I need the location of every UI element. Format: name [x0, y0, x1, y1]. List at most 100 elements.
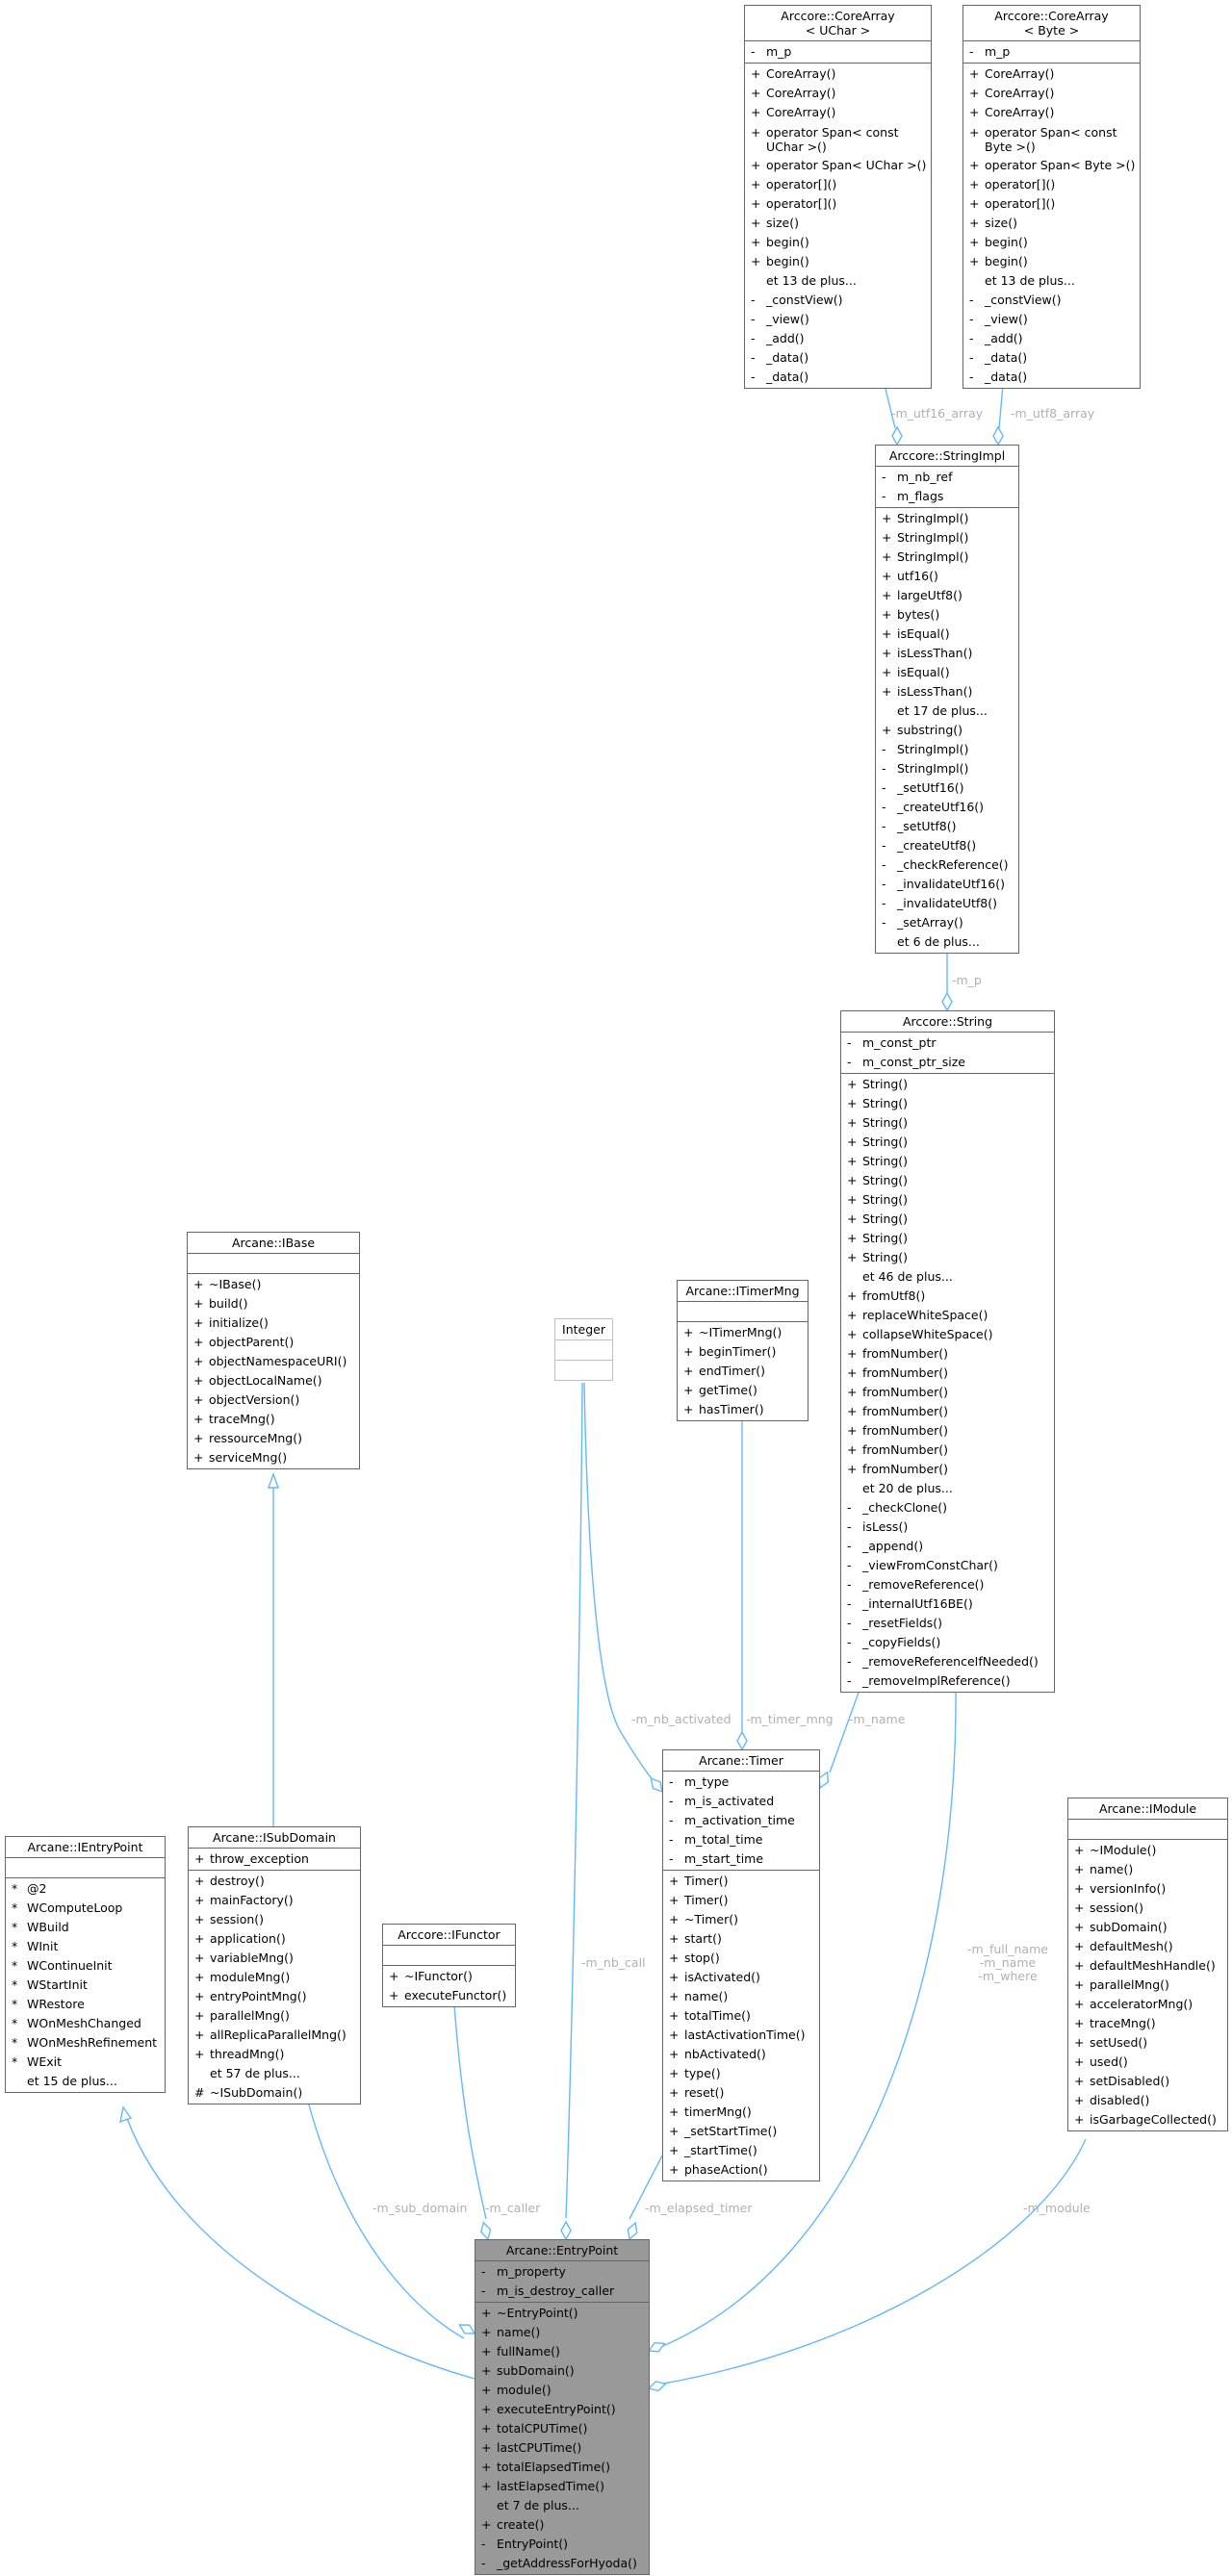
method-row[interactable]: + String(): [841, 1171, 1054, 1190]
class-title[interactable]: Arccore::CoreArray < UChar >: [745, 6, 931, 41]
method-row[interactable]: + create(): [475, 2515, 649, 2535]
method-row[interactable]: - EntryPoint(): [475, 2535, 649, 2554]
class-box-imodule[interactable]: Arcane::IModule + ~IModule() + name() + versio…: [1067, 1798, 1228, 2131]
method-row[interactable]: + String(): [841, 1248, 1054, 1267]
method-row[interactable]: - _add(): [963, 329, 1140, 348]
attribute-row[interactable]: - m_const_ptr_size: [841, 1053, 1054, 1072]
method-row[interactable]: - _internalUtf16BE(): [841, 1594, 1054, 1614]
method-row[interactable]: et 6 de plus...: [876, 932, 1018, 952]
class-title[interactable]: Arcane::IBase: [188, 1233, 359, 1254]
method-row[interactable]: + CoreArray(): [745, 64, 931, 84]
method-row[interactable]: - _removeImplReference(): [841, 1671, 1054, 1691]
method-row[interactable]: - _checkClone(): [841, 1498, 1054, 1518]
method-row[interactable]: + used(): [1068, 2053, 1227, 2072]
method-row[interactable]: + ~EntryPoint(): [475, 2304, 649, 2323]
method-row[interactable]: + lastElapsedTime(): [475, 2477, 649, 2496]
method-row[interactable]: + fromNumber(): [841, 1383, 1054, 1402]
class-title[interactable]: Arcane::IModule: [1068, 1798, 1227, 1820]
method-row[interactable]: + phaseAction(): [663, 2160, 819, 2180]
method-row[interactable]: + ~Timer(): [663, 1910, 819, 1929]
method-row[interactable]: + CoreArray(): [963, 64, 1140, 84]
method-row[interactable]: + threadMng(): [189, 2045, 360, 2064]
method-row[interactable]: et 57 de plus...: [189, 2064, 360, 2083]
method-row[interactable]: + executeFunctor(): [383, 1986, 515, 2005]
method-row[interactable]: - _view(): [963, 310, 1140, 329]
method-row[interactable]: + destroy(): [189, 1872, 360, 1891]
attribute-row[interactable]: - m_is_destroy_caller: [475, 2282, 649, 2301]
method-row[interactable]: + name(): [475, 2323, 649, 2342]
attribute-row[interactable]: - m_activation_time: [663, 1811, 819, 1830]
method-row[interactable]: + defaultMesh(): [1068, 1937, 1227, 1956]
method-row[interactable]: + begin(): [745, 233, 931, 252]
method-row[interactable]: et 13 de plus...: [745, 271, 931, 291]
method-row[interactable]: + utf16(): [876, 567, 1018, 586]
method-row[interactable]: - _data(): [745, 348, 931, 368]
method-row[interactable]: + isActivated(): [663, 1968, 819, 1987]
method-row[interactable]: + fullName(): [475, 2342, 649, 2361]
method-row[interactable]: * @2: [6, 1879, 165, 1899]
method-row[interactable]: + beginTimer(): [678, 1342, 808, 1362]
method-row[interactable]: + ~IFunctor(): [383, 1967, 515, 1986]
method-row[interactable]: + endTimer(): [678, 1362, 808, 1381]
method-row[interactable]: + totalCPUTime(): [475, 2419, 649, 2438]
method-row[interactable]: + start(): [663, 1929, 819, 1949]
method-row[interactable]: + fromNumber(): [841, 1460, 1054, 1479]
method-row[interactable]: - _data(): [963, 348, 1140, 368]
method-row[interactable]: + lastCPUTime(): [475, 2438, 649, 2458]
attribute-row[interactable]: - m_p: [745, 42, 931, 62]
method-row[interactable]: + fromNumber(): [841, 1441, 1054, 1460]
method-row[interactable]: + begin(): [963, 252, 1140, 271]
method-row[interactable]: + versionInfo(): [1068, 1879, 1227, 1899]
method-row[interactable]: + begin(): [745, 252, 931, 271]
method-row[interactable]: + _setStartTime(): [663, 2122, 819, 2141]
method-row[interactable]: + objectParent(): [188, 1333, 359, 1352]
method-row[interactable]: + application(): [189, 1929, 360, 1949]
method-row[interactable]: - StringImpl(): [876, 740, 1018, 759]
method-row[interactable]: - _removeReference(): [841, 1575, 1054, 1594]
attribute-row[interactable]: + throw_exception: [189, 1849, 360, 1869]
method-row[interactable]: - _view(): [745, 310, 931, 329]
method-row[interactable]: + StringImpl(): [876, 548, 1018, 567]
method-row[interactable]: + CoreArray(): [963, 103, 1140, 122]
method-row[interactable]: - _setArray(): [876, 913, 1018, 932]
method-row[interactable]: + operator Span< UChar >(): [745, 156, 931, 175]
method-row[interactable]: - StringImpl(): [876, 759, 1018, 778]
attribute-row[interactable]: - m_start_time: [663, 1849, 819, 1869]
method-row[interactable]: + initialize(): [188, 1314, 359, 1333]
method-row[interactable]: + CoreArray(): [963, 84, 1140, 103]
method-row[interactable]: et 7 de plus...: [475, 2496, 649, 2515]
method-row[interactable]: - _setUtf8(): [876, 817, 1018, 836]
method-row[interactable]: + setUsed(): [1068, 2033, 1227, 2053]
method-row[interactable]: - _data(): [745, 368, 931, 387]
method-row[interactable]: + CoreArray(): [745, 103, 931, 122]
method-row[interactable]: # ~ISubDomain(): [189, 2083, 360, 2103]
method-row[interactable]: + isLessThan(): [876, 644, 1018, 663]
method-row[interactable]: + stop(): [663, 1949, 819, 1968]
method-row[interactable]: + String(): [841, 1133, 1054, 1152]
method-row[interactable]: + parallelMng(): [1068, 1976, 1227, 1995]
method-row[interactable]: * WOnMeshChanged: [6, 2014, 165, 2033]
method-row[interactable]: + name(): [663, 1987, 819, 2006]
class-title[interactable]: Arcane::ISubDomain: [189, 1827, 360, 1849]
method-row[interactable]: + build(): [188, 1294, 359, 1314]
method-row[interactable]: + setDisabled(): [1068, 2072, 1227, 2091]
method-row[interactable]: et 17 de plus...: [876, 701, 1018, 721]
class-box-timer[interactable]: Arcane::Timer - m_type - m_is_activated - m_ac…: [662, 1749, 820, 2181]
class-title[interactable]: Arcane::Timer: [663, 1750, 819, 1772]
method-row[interactable]: + allReplicaParallelMng(): [189, 2026, 360, 2045]
method-row[interactable]: + parallelMng(): [189, 2006, 360, 2026]
class-box-isubdomain[interactable]: Arcane::ISubDomain + throw_exception+ destr…: [188, 1826, 361, 2104]
method-row[interactable]: * WComputeLoop: [6, 1899, 165, 1918]
method-row[interactable]: + fromNumber(): [841, 1344, 1054, 1364]
class-title[interactable]: Arccore::StringImpl: [876, 446, 1018, 467]
method-row[interactable]: + fromNumber(): [841, 1421, 1054, 1441]
method-row[interactable]: + String(): [841, 1152, 1054, 1171]
method-row[interactable]: + disabled(): [1068, 2091, 1227, 2110]
method-row[interactable]: - _invalidateUtf8(): [876, 894, 1018, 913]
method-row[interactable]: - _createUtf16(): [876, 798, 1018, 817]
class-box-ifunctor[interactable]: Arccore::IFunctor + ~IFunctor() + executeFun…: [382, 1924, 516, 2007]
method-row[interactable]: + ~IBase(): [188, 1275, 359, 1294]
method-row[interactable]: + session(): [189, 1910, 360, 1929]
method-row[interactable]: + lastActivationTime(): [663, 2026, 819, 2045]
method-row[interactable]: + largeUtf8(): [876, 586, 1018, 605]
